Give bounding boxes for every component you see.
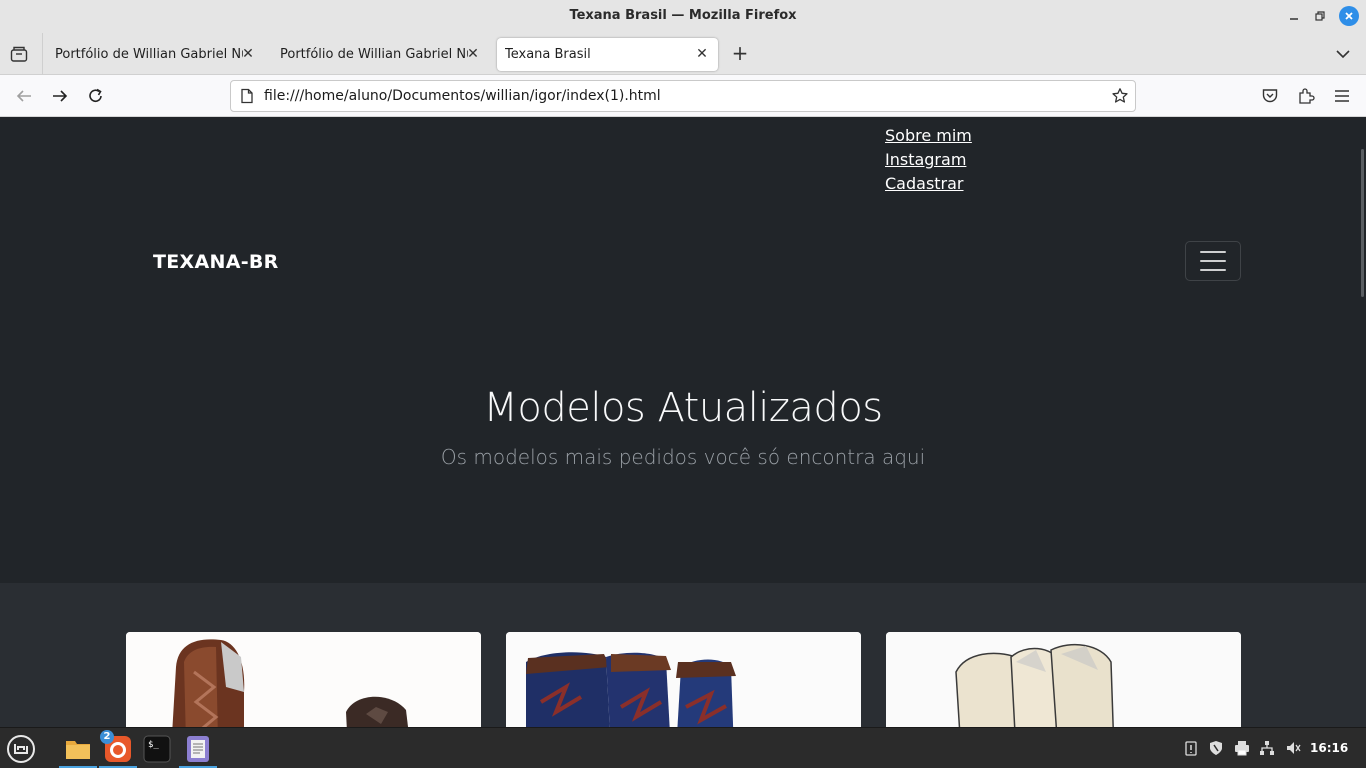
- page-scrollbar[interactable]: [1361, 149, 1364, 297]
- minimize-icon[interactable]: [1284, 6, 1304, 26]
- reload-icon[interactable]: [85, 85, 107, 107]
- restore-icon[interactable]: [1310, 6, 1330, 26]
- tab-close-icon[interactable]: ✕: [465, 46, 481, 62]
- taskbar: 2 $_ 16:16: [0, 727, 1366, 768]
- pocket-icon[interactable]: [1259, 85, 1281, 107]
- brand-logo[interactable]: TEXANA-BR: [153, 251, 279, 273]
- back-icon[interactable]: [13, 85, 35, 107]
- window-titlebar: Texana Brasil — Mozilla Firefox: [0, 0, 1366, 33]
- tab-portfolio-1[interactable]: Portfólio de Willian Gabriel Nunes ✕: [42, 38, 264, 71]
- tab-label: Portfólio de Willian Gabriel Nunes: [55, 47, 243, 62]
- list-all-tabs-icon[interactable]: [1332, 43, 1354, 65]
- printer-tray-icon[interactable]: [1232, 738, 1252, 758]
- new-tab-icon[interactable]: +: [729, 43, 751, 65]
- page-icon: [239, 88, 255, 104]
- window-close-icon[interactable]: [1339, 6, 1359, 26]
- text-editor-icon[interactable]: [179, 728, 217, 768]
- top-links: Sobre mim Instagram Cadastrar: [885, 124, 972, 196]
- files-icon[interactable]: [59, 728, 97, 768]
- extensions-icon[interactable]: [1295, 85, 1317, 107]
- clock[interactable]: 16:16: [1310, 741, 1348, 755]
- link-instagram[interactable]: Instagram: [885, 148, 972, 172]
- address-bar[interactable]: file:///home/aluno/Documentos/willian/ig…: [230, 80, 1136, 112]
- link-sobre-mim[interactable]: Sobre mim: [885, 124, 972, 148]
- navigation-toolbar: file:///home/aluno/Documentos/willian/ig…: [0, 75, 1366, 117]
- navbar-toggler-button[interactable]: [1185, 241, 1241, 281]
- hamburger-line: [1200, 251, 1226, 253]
- product-card[interactable]: [506, 632, 861, 727]
- tab-texana-brasil[interactable]: Texana Brasil ✕: [497, 38, 718, 71]
- url-text[interactable]: file:///home/aluno/Documentos/willian/ig…: [264, 88, 661, 104]
- products-section: [0, 583, 1366, 727]
- tab-strip: Portfólio de Willian Gabriel Nunes ✕ Por…: [0, 33, 1366, 75]
- boot-image-cream: [886, 632, 1241, 727]
- terminal-icon[interactable]: $_: [138, 728, 176, 768]
- hero-subtitle: Os modelos mais pedidos você só encontra…: [440, 445, 926, 469]
- clipboard-tray-icon[interactable]: [1181, 738, 1201, 758]
- tab-close-icon[interactable]: ✕: [694, 46, 710, 62]
- bookmark-star-icon[interactable]: [1111, 87, 1129, 105]
- hamburger-line: [1200, 269, 1226, 271]
- tab-close-icon[interactable]: ✕: [240, 46, 256, 62]
- hero-title: Modelos Atualizados: [483, 385, 883, 431]
- boot-image-blue: [506, 632, 861, 727]
- tab-portfolio-2[interactable]: Portfólio de Willian Gabriel Nunes ✕: [267, 38, 489, 71]
- product-card[interactable]: [126, 632, 481, 727]
- window-title: Texana Brasil — Mozilla Firefox: [569, 8, 797, 23]
- network-tray-icon[interactable]: [1257, 738, 1277, 758]
- volume-tray-icon[interactable]: [1283, 738, 1303, 758]
- forward-icon[interactable]: [49, 85, 71, 107]
- mint-menu-icon[interactable]: [2, 728, 40, 768]
- menu-icon[interactable]: [1331, 85, 1353, 107]
- shield-tray-icon[interactable]: [1206, 738, 1226, 758]
- firefox-view-icon[interactable]: [8, 43, 30, 65]
- firefox-window-count-badge: 2: [100, 730, 114, 744]
- boot-image-brown: [126, 632, 481, 727]
- product-card[interactable]: [886, 632, 1241, 727]
- link-cadastrar[interactable]: Cadastrar: [885, 172, 972, 196]
- tab-label: Portfólio de Willian Gabriel Nunes: [280, 47, 468, 62]
- tab-label: Texana Brasil: [505, 47, 591, 62]
- svg-text:$_: $_: [148, 740, 159, 750]
- web-page: Sobre mim Instagram Cadastrar TEXANA-BR …: [0, 117, 1366, 727]
- hamburger-line: [1200, 260, 1226, 262]
